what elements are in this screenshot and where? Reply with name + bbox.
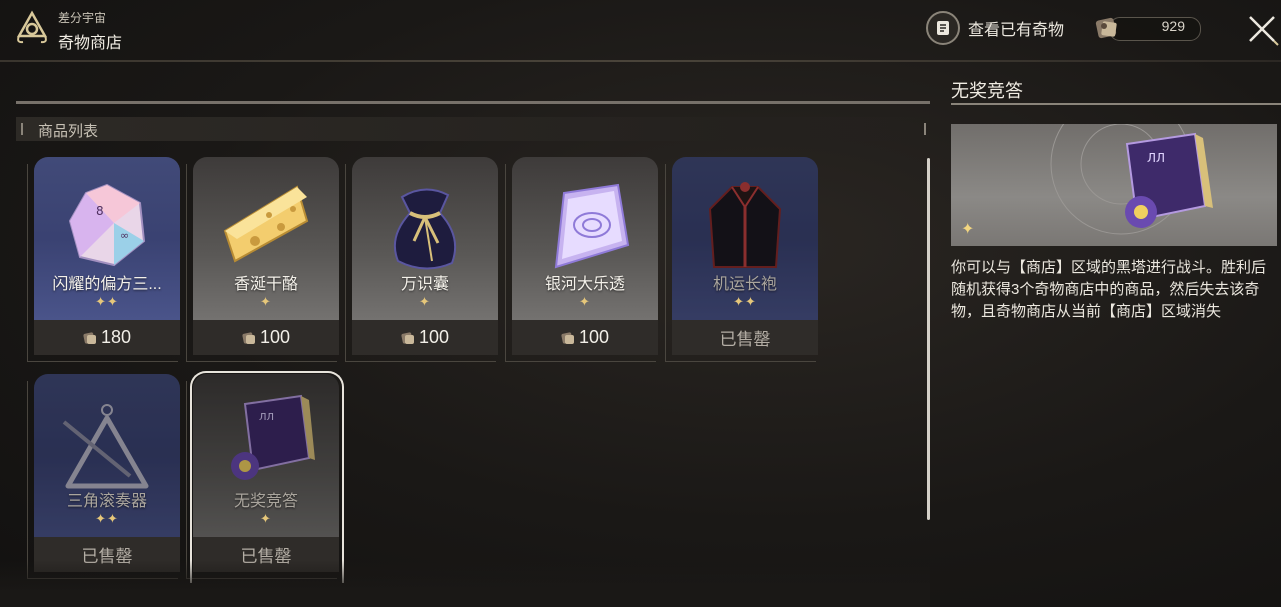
detail-title: 无奖竞答 xyxy=(951,81,1023,101)
currency-display: 929 xyxy=(1093,14,1201,42)
cosmic-fragment-icon xyxy=(561,331,574,344)
item-price-value: 180 xyxy=(100,327,132,347)
cosmic-fragment-icon xyxy=(242,331,255,344)
detail-rarity-stars: ✦ xyxy=(961,221,975,238)
shop-item-card[interactable]: 银河大乐透 ✦ 100 xyxy=(505,157,658,362)
detail-image: ЛЛ ✦ xyxy=(951,124,1277,246)
panel-top-bar xyxy=(16,101,930,104)
shop-item-card[interactable]: 8 ∞ 闪耀的偏方三... ✦✦ 180 xyxy=(27,157,180,362)
view-owned-curios-label: 查看已有奇物 xyxy=(968,22,1065,39)
page-title: 奇物商店 xyxy=(58,35,123,52)
section-header: 商品列表 xyxy=(16,117,930,141)
svg-text:ЛЛ: ЛЛ xyxy=(1147,151,1165,165)
shop-item-card[interactable]: 机运长袍 ✦✦ 已售罄 xyxy=(665,157,818,362)
item-price: 100 xyxy=(193,320,339,355)
cosmic-fragment-icon xyxy=(1095,17,1117,39)
item-name: 闪耀的偏方三... xyxy=(52,276,162,293)
rarity-stars: ✦✦ xyxy=(733,294,757,309)
rarity-stars: ✦ xyxy=(260,294,272,309)
shop-item-card[interactable]: 万识囊 ✦ 100 xyxy=(345,157,498,362)
list-bottom-fade xyxy=(0,560,930,607)
shop-item-card[interactable]: ЛЛ 无奖竞答 ✦ 已售罄 xyxy=(186,371,344,583)
view-owned-curios-button[interactable]: 查看已有奇物 xyxy=(926,11,1065,45)
item-name: 机运长袍 xyxy=(712,276,777,293)
rarity-stars: ✦ xyxy=(579,294,591,309)
item-sold-out: 已售罄 xyxy=(672,320,818,355)
rarity-stars: ✦✦ xyxy=(95,511,119,526)
divergent-universe-logo-icon xyxy=(16,10,48,44)
shop-item-card[interactable]: 香涎干酪 ✦ 100 xyxy=(186,157,339,362)
rarity-stars: ✦ xyxy=(419,294,431,309)
item-name: 香涎干酪 xyxy=(233,276,298,293)
item-name: 三角滚奏器 xyxy=(66,493,147,510)
detail-description: 你可以与【商店】区域的黑塔进行战斗。胜利后随机获得3个奇物商店中的商品，然后失去… xyxy=(951,259,1267,320)
svg-text:8: 8 xyxy=(96,204,104,218)
quiz-book-icon: ЛЛ xyxy=(1125,132,1213,228)
item-price-value: 100 xyxy=(578,327,610,347)
item-name: 万识囊 xyxy=(400,276,449,293)
header-subtitle: 差分宇宙 xyxy=(58,11,107,25)
cosmic-fragment-icon xyxy=(401,331,414,344)
shop-item-card[interactable]: 三角滚奏器 ✦✦ 已售罄 xyxy=(27,374,180,579)
curio-icon xyxy=(926,11,960,45)
svg-text:∞: ∞ xyxy=(120,229,129,242)
sold-out-label: 已售罄 xyxy=(719,330,771,349)
cosmic-fragment-icon xyxy=(83,331,96,344)
rarity-stars: ✦✦ xyxy=(95,294,119,309)
item-price: 180 xyxy=(34,320,180,355)
item-price-value: 100 xyxy=(259,327,291,347)
section-title: 商品列表 xyxy=(38,123,99,140)
item-name: 银河大乐透 xyxy=(544,276,625,293)
item-price: 100 xyxy=(352,320,498,355)
close-icon[interactable] xyxy=(1245,12,1279,46)
header-divider xyxy=(0,60,1281,62)
currency-amount: 929 xyxy=(1161,18,1185,34)
selection-highlight xyxy=(190,371,344,583)
item-list-scrollbar[interactable] xyxy=(927,158,930,520)
item-price-value: 100 xyxy=(418,327,450,347)
item-price: 100 xyxy=(512,320,658,355)
detail-divider xyxy=(951,103,1281,105)
